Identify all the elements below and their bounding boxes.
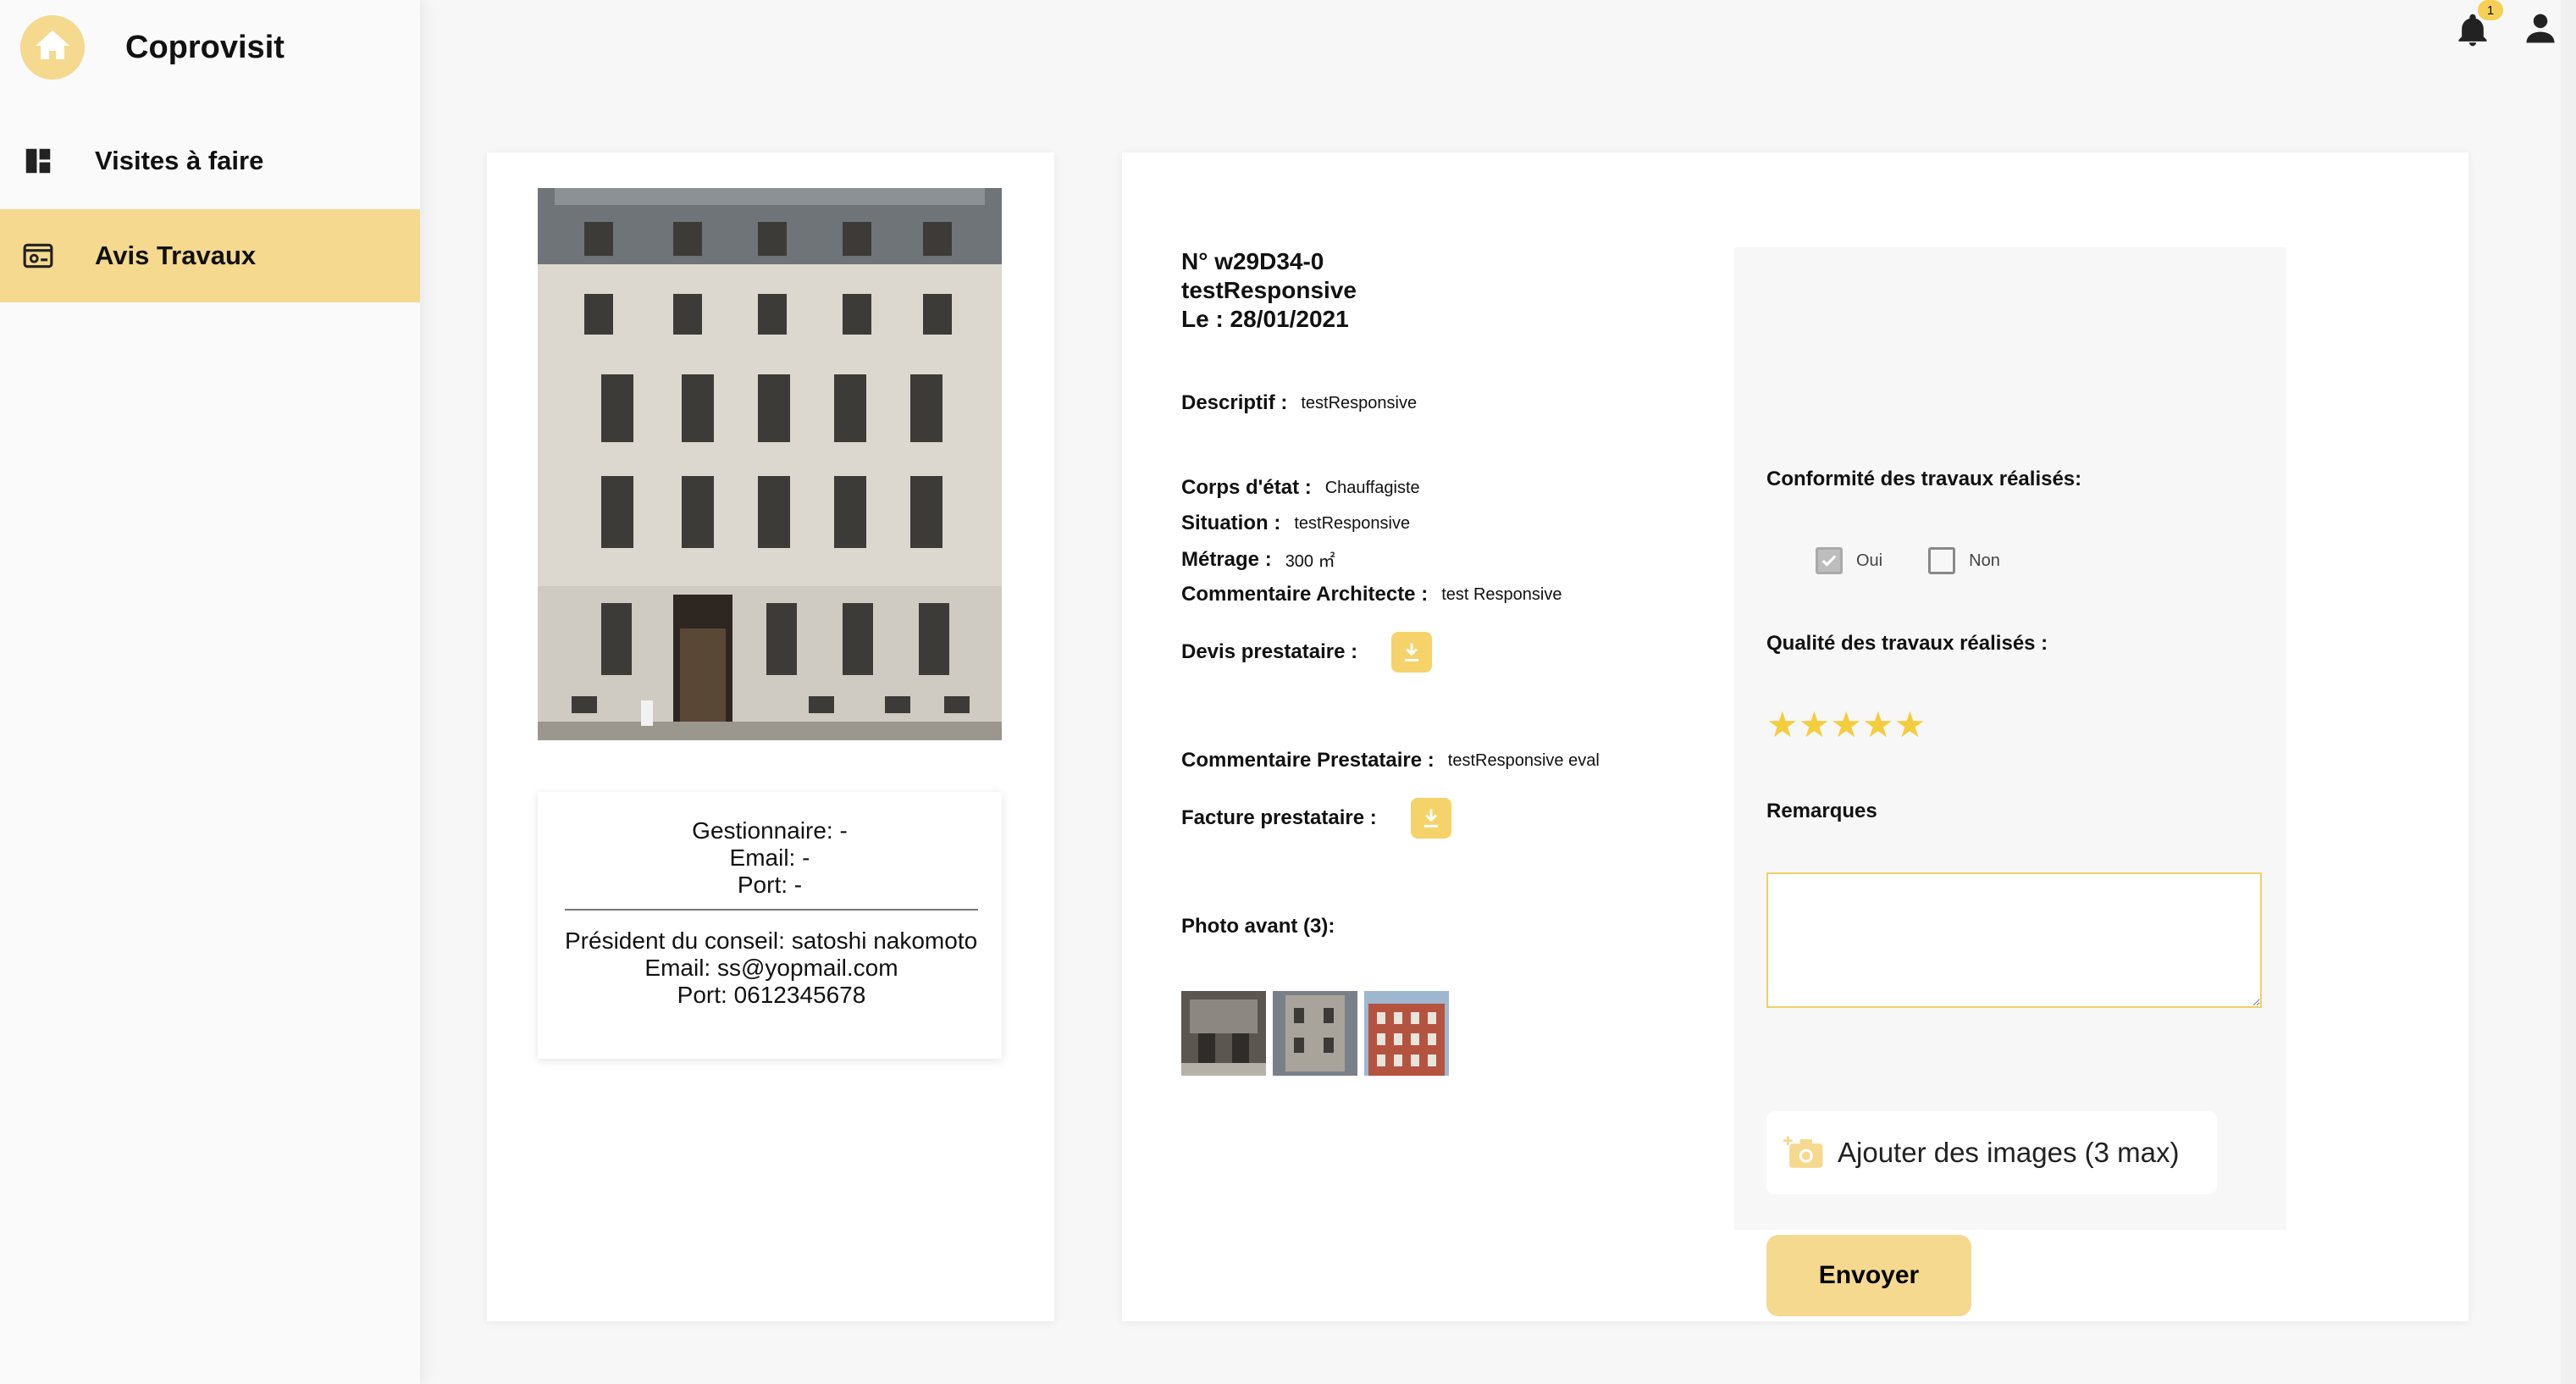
descriptif-value: testResponsive xyxy=(1301,393,1418,412)
gestionnaire-email: Email: - xyxy=(729,844,810,871)
conformity-label: Conformité des travaux réalisés: xyxy=(1766,468,2082,490)
devis-download-button[interactable] xyxy=(1391,632,1433,673)
notification-badge: 1 xyxy=(2478,0,2503,20)
situation-row: Situation : testResponsive xyxy=(1181,512,1410,535)
president-email: Email: ss@yopmail.com xyxy=(644,955,898,981)
president-port: Port: 0612345678 xyxy=(677,982,866,1008)
download-icon xyxy=(1423,809,1438,828)
photo-thumbnail[interactable] xyxy=(1364,991,1449,1076)
evaluation-panel: Conformité des travaux réalisés: Oui Non… xyxy=(1734,247,2286,1316)
dashboard-icon xyxy=(25,148,51,174)
comment-prestataire-value: testResponsive eval xyxy=(1447,750,1600,770)
devis-row: Devis prestataire : xyxy=(1181,632,1433,673)
sidebar-item-visites[interactable]: Visites à faire xyxy=(0,114,420,208)
photos-label: Photo avant (3): xyxy=(1181,915,1335,938)
add-images-label: Ajouter des images (3 max) xyxy=(1838,1137,2180,1168)
remarks-textarea[interactable] xyxy=(1766,872,2262,1008)
brand[interactable]: Coprovisit xyxy=(20,15,285,80)
send-button[interactable]: Envoyer xyxy=(1766,1235,1971,1316)
building-card: Gestionnaire: - Email: - Port: - Préside… xyxy=(487,152,1054,1321)
situation-label: Situation : xyxy=(1181,512,1281,534)
quality-label: Qualité des travaux réalisés : xyxy=(1766,632,2048,655)
divider xyxy=(565,909,978,911)
metrage-label: Métrage : xyxy=(1181,547,1272,571)
work-review-icon xyxy=(23,243,53,268)
work-reference: N° w29D34-0 testResponsive Le : 28/01/20… xyxy=(1181,247,1357,334)
work-number: N° w29D34-0 xyxy=(1181,248,1324,274)
sidebar-item-avis-travaux[interactable]: Avis Travaux xyxy=(0,209,420,302)
scrollbar[interactable] xyxy=(2561,0,2576,1384)
download-icon xyxy=(1404,643,1419,662)
facture-download-button[interactable] xyxy=(1410,798,1451,839)
sidebar-item-label: Avis Travaux xyxy=(95,241,257,270)
descriptif-label: Descriptif : xyxy=(1181,391,1288,414)
non-checkbox[interactable] xyxy=(1928,547,1956,574)
comment-architecte-label: Commentaire Architecte : xyxy=(1181,583,1429,606)
metrage-value: 300 ㎡ xyxy=(1285,552,1335,571)
work-name: testResponsive xyxy=(1181,277,1357,303)
work-details-card: N° w29D34-0 testResponsive Le : 28/01/20… xyxy=(1122,152,2468,1321)
photo-thumbnail[interactable] xyxy=(1181,991,1266,1076)
corps-label: Corps d'état : xyxy=(1181,476,1312,499)
corps-row: Corps d'état : Chauffagiste xyxy=(1181,476,1420,500)
add-images-button[interactable]: Ajouter des images (3 max) xyxy=(1766,1111,2217,1194)
star-icon[interactable]: ★ xyxy=(1894,705,1926,745)
comment-architecte-row: Commentaire Architecte : test Responsive xyxy=(1181,583,1562,606)
star-icon[interactable]: ★ xyxy=(1862,705,1894,745)
oui-label: Oui xyxy=(1856,551,1883,570)
home-logo-icon xyxy=(20,15,85,80)
check-icon xyxy=(1821,555,1837,567)
metrage-row: Métrage : 300 ㎡ xyxy=(1181,547,1335,572)
facture-row: Facture prestataire : xyxy=(1181,798,1451,839)
comment-prestataire-label: Commentaire Prestataire : xyxy=(1181,749,1434,772)
contact-info-box: Gestionnaire: - Email: - Port: - Préside… xyxy=(538,792,1002,1059)
work-date: Le : 28/01/2021 xyxy=(1181,306,1349,332)
brand-name: Coprovisit xyxy=(125,29,285,65)
conformity-options: Oui Non xyxy=(1816,547,2000,574)
star-icon[interactable]: ★ xyxy=(1830,705,1862,745)
devis-label: Devis prestataire : xyxy=(1181,640,1358,663)
non-label: Non xyxy=(1969,551,2000,570)
comment-prestataire-row: Commentaire Prestataire : testResponsive… xyxy=(1181,749,1600,772)
president-text: Président du conseil: satoshi nakomoto xyxy=(565,927,978,954)
gestionnaire-port: Port: - xyxy=(737,872,803,898)
situation-value: testResponsive xyxy=(1294,513,1411,533)
descriptif-row: Descriptif : testResponsive xyxy=(1181,391,1417,415)
user-icon[interactable] xyxy=(2522,10,2559,47)
photos-row: Photo avant (3): xyxy=(1181,915,1335,938)
quality-rating[interactable]: ★ ★ ★ ★ ★ xyxy=(1766,705,1926,745)
photo-thumbnail[interactable] xyxy=(1273,991,1357,1076)
comment-architecte-value: test Responsive xyxy=(1441,584,1562,604)
facture-label: Facture prestataire : xyxy=(1181,806,1377,829)
remarks-label: Remarques xyxy=(1766,800,1877,822)
star-icon[interactable]: ★ xyxy=(1799,705,1831,745)
building-photo xyxy=(538,188,1002,740)
star-icon[interactable]: ★ xyxy=(1766,705,1799,745)
sidebar: Coprovisit Visites à faire Avis Travaux xyxy=(0,0,420,1384)
gestionnaire-text: Gestionnaire: - xyxy=(692,817,848,844)
corps-value: Chauffagiste xyxy=(1324,478,1420,497)
sidebar-item-label: Visites à faire xyxy=(95,146,264,175)
oui-checkbox[interactable] xyxy=(1816,547,1843,574)
add-photo-icon xyxy=(1783,1136,1823,1168)
